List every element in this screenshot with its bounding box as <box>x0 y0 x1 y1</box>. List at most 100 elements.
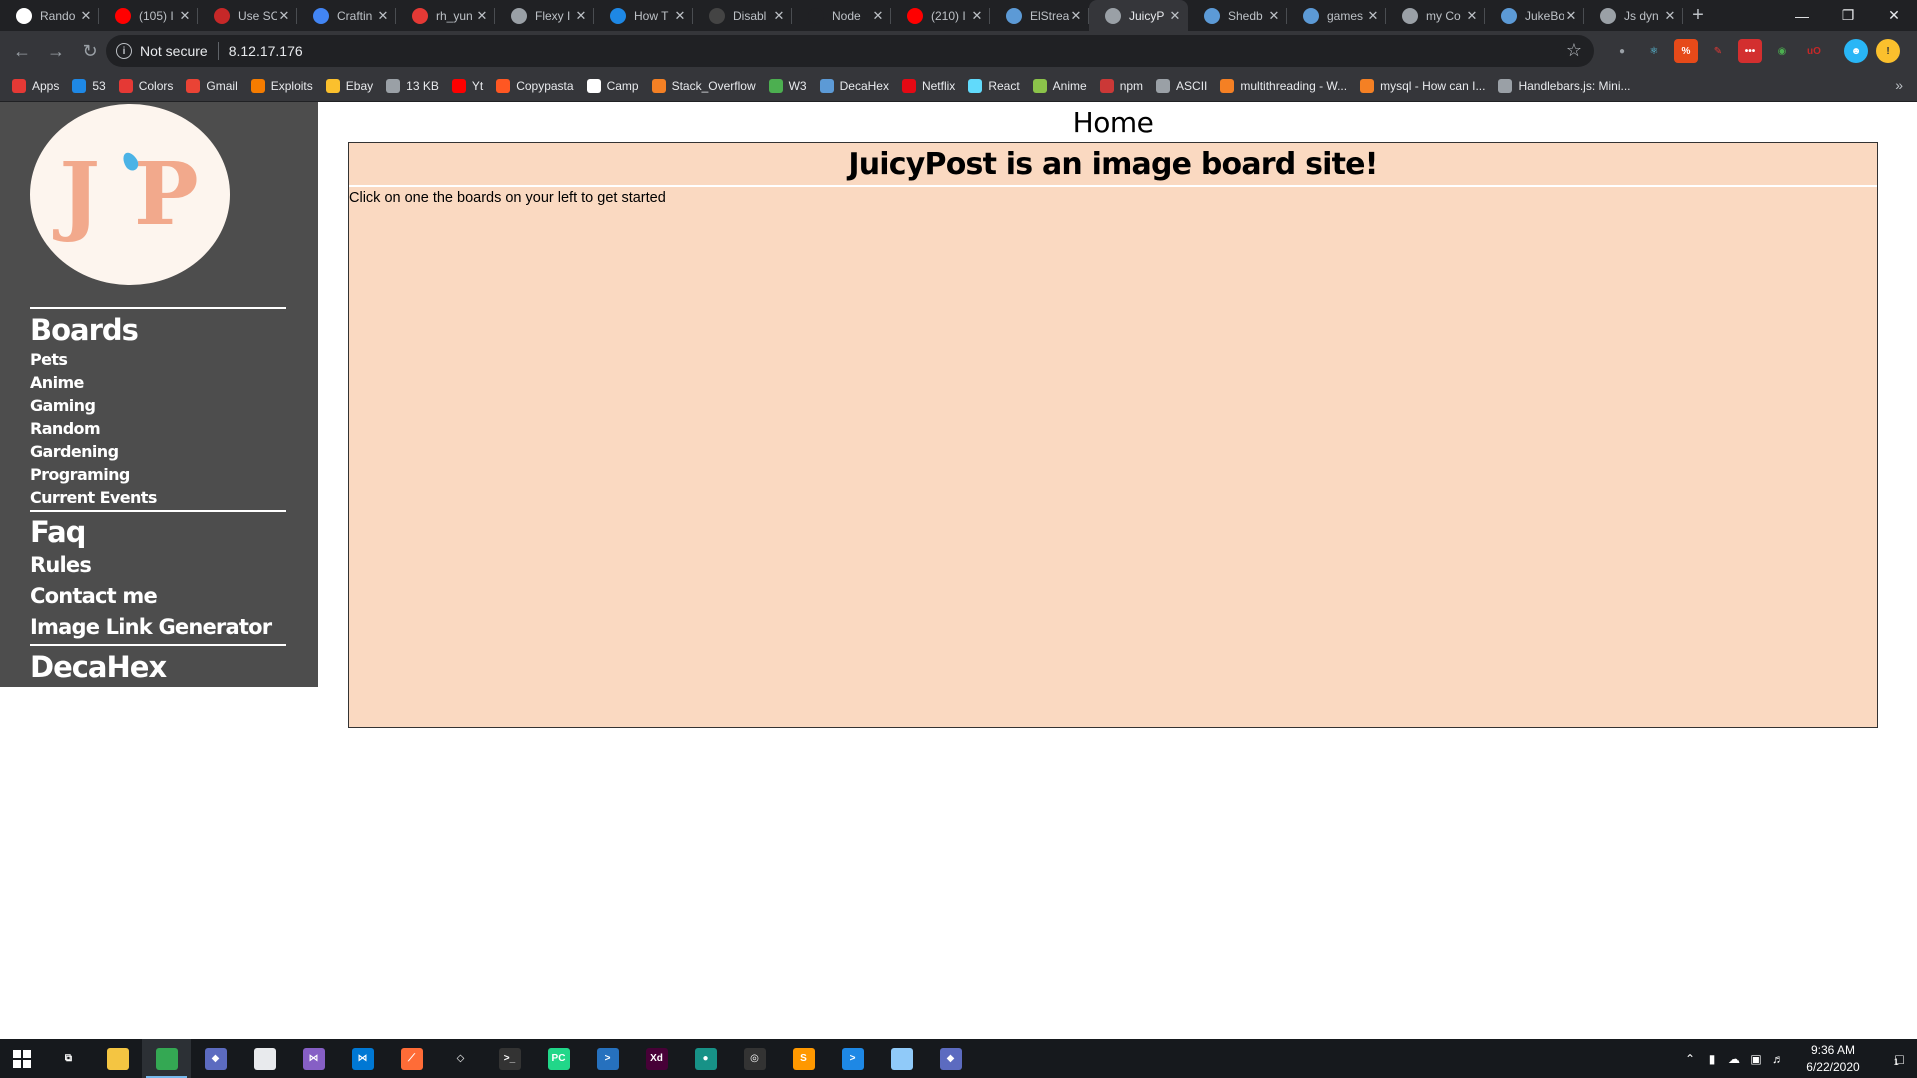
start-button[interactable] <box>0 1039 44 1078</box>
site-logo[interactable]: J P <box>30 104 230 285</box>
extension-react-icon[interactable]: ⚛ <box>1642 39 1666 63</box>
bookmark-item[interactable]: W3 <box>768 79 807 93</box>
taskbar-app[interactable]: ◆ <box>926 1039 975 1078</box>
close-tab-icon[interactable]: ✕ <box>376 8 390 24</box>
clock[interactable]: 9:36 AM 6/22/2020 <box>1795 1042 1871 1076</box>
board-link[interactable]: Current Events <box>30 486 286 509</box>
taskbar-app[interactable]: ● <box>681 1039 730 1078</box>
close-tab-icon[interactable]: ✕ <box>1663 8 1677 24</box>
extension-mic-icon[interactable]: ● <box>1610 39 1634 63</box>
new-tab-button[interactable]: + <box>1683 0 1713 31</box>
bookmark-item[interactable]: Gmail <box>186 79 238 93</box>
decahex-link[interactable]: DecaHex <box>30 649 286 685</box>
sidebar-link[interactable]: Rules <box>30 550 286 581</box>
taskbar-app[interactable]: > <box>828 1039 877 1078</box>
onedrive-icon[interactable]: ☁ <box>1723 1052 1745 1066</box>
forward-icon[interactable]: → <box>40 35 72 67</box>
browser-tab[interactable]: Craftin ✕ <box>297 0 396 31</box>
bookmark-item[interactable]: Exploits <box>250 79 313 93</box>
close-tab-icon[interactable]: ✕ <box>1465 8 1479 24</box>
volume-icon[interactable]: ♬ <box>1767 1052 1789 1066</box>
url-text[interactable]: 8.12.17.176 <box>229 43 303 59</box>
taskbar-app[interactable]: ⋈ <box>289 1039 338 1078</box>
close-tab-icon[interactable]: ✕ <box>79 8 93 24</box>
browser-tab[interactable]: (105) I ✕ <box>99 0 198 31</box>
bookmark-item[interactable]: ASCII <box>1156 79 1207 93</box>
info-icon[interactable]: i <box>116 43 132 59</box>
battery-icon[interactable]: ▮ <box>1701 1052 1723 1066</box>
bookmark-item[interactable]: Anime <box>1032 79 1087 93</box>
taskbar-app[interactable] <box>240 1039 289 1078</box>
browser-tab[interactable]: JuicyP ✕ <box>1089 0 1188 31</box>
taskbar-app[interactable]: ◎ <box>730 1039 779 1078</box>
notification-icon[interactable]: □ 1 <box>1877 1039 1917 1078</box>
sidebar-link[interactable]: Image Link Generator <box>30 612 286 643</box>
extension-eyedropper-icon[interactable]: ✎ <box>1706 39 1730 63</box>
browser-tab[interactable]: games ✕ <box>1287 0 1386 31</box>
close-tab-icon[interactable]: ✕ <box>772 8 786 24</box>
bookmark-item[interactable]: Handlebars.js: Mini... <box>1498 79 1631 93</box>
bookmark-item[interactable]: Colors <box>118 79 173 93</box>
restore-icon[interactable]: ❐ <box>1825 0 1871 31</box>
bookmark-item[interactable]: multithreading - W... <box>1220 79 1347 93</box>
taskbar-app[interactable]: >_ <box>485 1039 534 1078</box>
bookmarks-overflow-icon[interactable]: » <box>1895 77 1903 93</box>
bookmark-item[interactable]: npm <box>1099 79 1143 93</box>
close-tab-icon[interactable]: ✕ <box>178 8 192 24</box>
chevron-up-icon[interactable]: ⌃ <box>1679 1052 1701 1066</box>
taskbar-app[interactable]: ⟋ <box>387 1039 436 1078</box>
browser-tab[interactable]: Use SC ✕ <box>198 0 297 31</box>
close-tab-icon[interactable]: ✕ <box>475 8 489 24</box>
close-tab-icon[interactable]: ✕ <box>574 8 588 24</box>
browser-tab[interactable]: Rando ✕ <box>0 0 99 31</box>
browser-tab[interactable]: Js dyn ✕ <box>1584 0 1683 31</box>
bookmark-star-icon[interactable]: ☆ <box>1566 40 1582 61</box>
taskbar-app[interactable]: > <box>583 1039 632 1078</box>
taskbar-app[interactable]: Xd <box>632 1039 681 1078</box>
taskbar-app[interactable]: ◆ <box>191 1039 240 1078</box>
taskbar-app[interactable]: ◇ <box>436 1039 485 1078</box>
taskbar-app[interactable]: PC <box>534 1039 583 1078</box>
close-tab-icon[interactable]: ✕ <box>1564 8 1578 24</box>
bookmark-item[interactable]: Yt <box>451 79 483 93</box>
board-link[interactable]: Gaming <box>30 394 286 417</box>
board-link[interactable]: Gardening <box>30 440 286 463</box>
close-tab-icon[interactable]: ✕ <box>673 8 687 24</box>
extension-lastpass-icon[interactable]: ••• <box>1738 39 1762 63</box>
browser-tab[interactable]: Node ✕ <box>792 0 891 31</box>
close-tab-icon[interactable]: ✕ <box>1267 8 1281 24</box>
bookmark-item[interactable]: 53 <box>72 79 106 93</box>
board-link[interactable]: Random <box>30 417 286 440</box>
bookmark-item[interactable]: DecaHex <box>819 79 889 93</box>
minimize-icon[interactable]: — <box>1779 0 1825 31</box>
faq-link[interactable]: Faq <box>30 514 286 550</box>
sidebar-link[interactable]: Contact me <box>30 581 286 612</box>
board-link[interactable]: Programing <box>30 463 286 486</box>
taskbar-app[interactable]: S <box>779 1039 828 1078</box>
bookmark-item[interactable]: mysql - How can I... <box>1360 79 1485 93</box>
reload-icon[interactable]: ↻ <box>74 35 106 67</box>
browser-tab[interactable]: my Co ✕ <box>1386 0 1485 31</box>
close-tab-icon[interactable]: ✕ <box>970 8 984 24</box>
bookmark-item[interactable]: Apps <box>12 79 59 93</box>
bookmark-item[interactable]: Netflix <box>901 79 955 93</box>
browser-tab[interactable]: rh_yun ✕ <box>396 0 495 31</box>
board-link[interactable]: Pets <box>30 348 286 371</box>
bookmark-item[interactable]: Camp <box>586 79 639 93</box>
taskbar-app[interactable] <box>142 1039 191 1078</box>
profile-avatar[interactable]: ☻ <box>1844 39 1868 63</box>
taskbar-app[interactable] <box>93 1039 142 1078</box>
bookmark-item[interactable]: Copypasta <box>496 79 574 93</box>
browser-tab[interactable]: ElStrea ✕ <box>990 0 1089 31</box>
bookmark-item[interactable]: React <box>968 79 1020 93</box>
network-icon[interactable]: ▣ <box>1745 1052 1767 1066</box>
close-tab-icon[interactable]: ✕ <box>1069 8 1083 24</box>
extension-grammarly-icon[interactable]: ◉ <box>1770 39 1794 63</box>
close-window-icon[interactable]: ✕ <box>1871 0 1917 31</box>
close-tab-icon[interactable]: ✕ <box>1366 8 1380 24</box>
bookmark-item[interactable]: Stack_Overflow <box>651 79 756 93</box>
bookmark-item[interactable]: Ebay <box>325 79 373 93</box>
browser-tab[interactable]: How T ✕ <box>594 0 693 31</box>
close-tab-icon[interactable]: ✕ <box>277 8 291 24</box>
bookmark-item[interactable]: 13 KB <box>386 79 439 93</box>
